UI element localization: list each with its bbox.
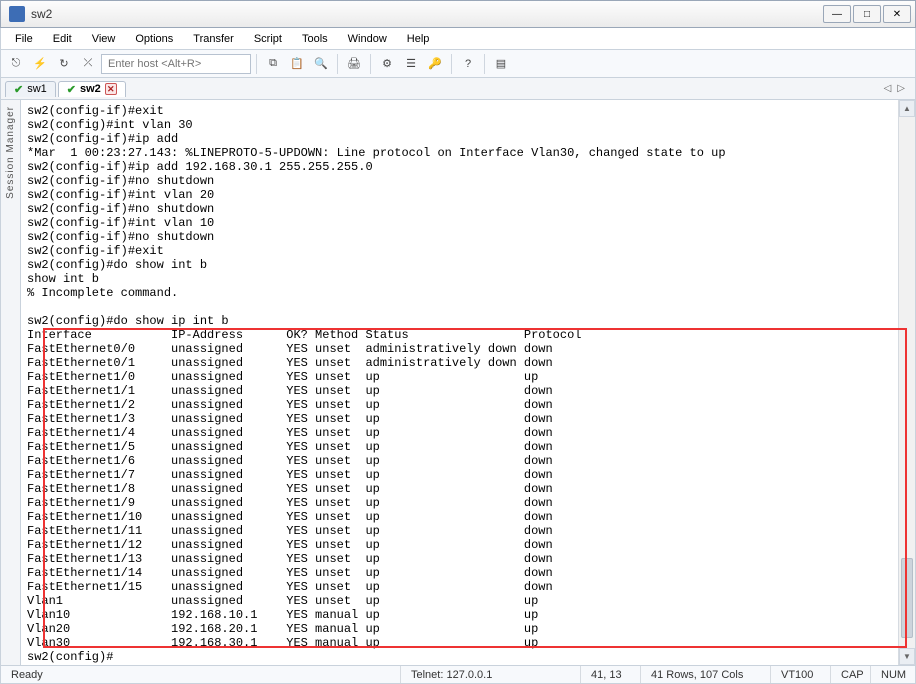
maximize-button[interactable]: □	[853, 5, 881, 23]
menu-transfer[interactable]: Transfer	[185, 31, 242, 47]
scroll-thumb[interactable]	[901, 558, 913, 638]
scroll-track[interactable]	[899, 117, 915, 648]
paste-icon[interactable]: 📋	[286, 53, 308, 75]
copy-icon[interactable]: ⧉	[262, 53, 284, 75]
terminal-output[interactable]: sw2(config-if)#exit sw2(config)#int vlan…	[21, 100, 915, 665]
tab-label: sw1	[27, 83, 47, 95]
scroll-up-icon[interactable]: ▲	[899, 100, 915, 117]
menu-tools[interactable]: Tools	[294, 31, 336, 47]
script-icon[interactable]: ▤	[490, 53, 512, 75]
close-button[interactable]: ✕	[883, 5, 911, 23]
disconnect-icon[interactable]: ⤫	[77, 53, 99, 75]
tab-close-icon[interactable]: ✕	[105, 83, 117, 95]
menu-options[interactable]: Options	[127, 31, 181, 47]
menu-edit[interactable]: Edit	[45, 31, 80, 47]
status-size: 41 Rows, 107 Cols	[641, 666, 771, 683]
session-manager-label: Session Manager	[5, 106, 16, 199]
tab-bar: ✔ sw1 ✔ sw2 ✕ ◁ ▷	[0, 78, 916, 100]
app-icon	[9, 6, 25, 22]
status-connection: Telnet: 127.0.0.1	[401, 666, 581, 683]
tab-sw2[interactable]: ✔ sw2 ✕	[58, 81, 126, 97]
connected-check-icon: ✔	[67, 83, 76, 96]
status-num: NUM	[871, 666, 915, 683]
titlebar: sw2 — □ ✕	[0, 0, 916, 28]
terminal-wrap: sw2(config-if)#exit sw2(config)#int vlan…	[21, 100, 915, 665]
status-cursor: 41, 13	[581, 666, 641, 683]
print-icon[interactable]: 🖨	[343, 53, 365, 75]
main-area: Session Manager sw2(config-if)#exit sw2(…	[0, 100, 916, 666]
session-options-icon[interactable]: ☰	[400, 53, 422, 75]
status-cap: CAP	[831, 666, 871, 683]
find-icon[interactable]: 🔍	[310, 53, 332, 75]
host-input[interactable]	[101, 54, 251, 74]
session-manager-panel[interactable]: Session Manager	[1, 100, 21, 665]
statusbar: Ready Telnet: 127.0.0.1 41, 13 41 Rows, …	[0, 666, 916, 684]
help-icon[interactable]: ?	[457, 53, 479, 75]
menu-window[interactable]: Window	[340, 31, 395, 47]
window-title: sw2	[31, 7, 823, 21]
status-emulation: VT100	[771, 666, 831, 683]
options-icon[interactable]: ⚙	[376, 53, 398, 75]
key-icon[interactable]: 🔑	[424, 53, 446, 75]
status-ready: Ready	[1, 666, 401, 683]
menubar: File Edit View Options Transfer Script T…	[0, 28, 916, 50]
tab-prev-icon[interactable]: ◁	[884, 83, 892, 94]
tab-next-icon[interactable]: ▷	[897, 83, 905, 94]
connect-icon[interactable]: ⎋	[5, 53, 27, 75]
menu-help[interactable]: Help	[399, 31, 438, 47]
connected-check-icon: ✔	[14, 83, 23, 96]
scrollbar[interactable]: ▲ ▼	[898, 100, 915, 665]
scroll-down-icon[interactable]: ▼	[899, 648, 915, 665]
minimize-button[interactable]: —	[823, 5, 851, 23]
menu-script[interactable]: Script	[246, 31, 290, 47]
menu-view[interactable]: View	[84, 31, 124, 47]
menu-file[interactable]: File	[7, 31, 41, 47]
reconnect-icon[interactable]: ↻	[53, 53, 75, 75]
tab-sw1[interactable]: ✔ sw1	[5, 81, 56, 97]
toolbar: ⎋ ⚡ ↻ ⤫ ⧉ 📋 🔍 🖨 ⚙ ☰ 🔑 ? ▤	[0, 50, 916, 78]
tab-label: sw2	[80, 83, 101, 95]
quick-connect-icon[interactable]: ⚡	[29, 53, 51, 75]
